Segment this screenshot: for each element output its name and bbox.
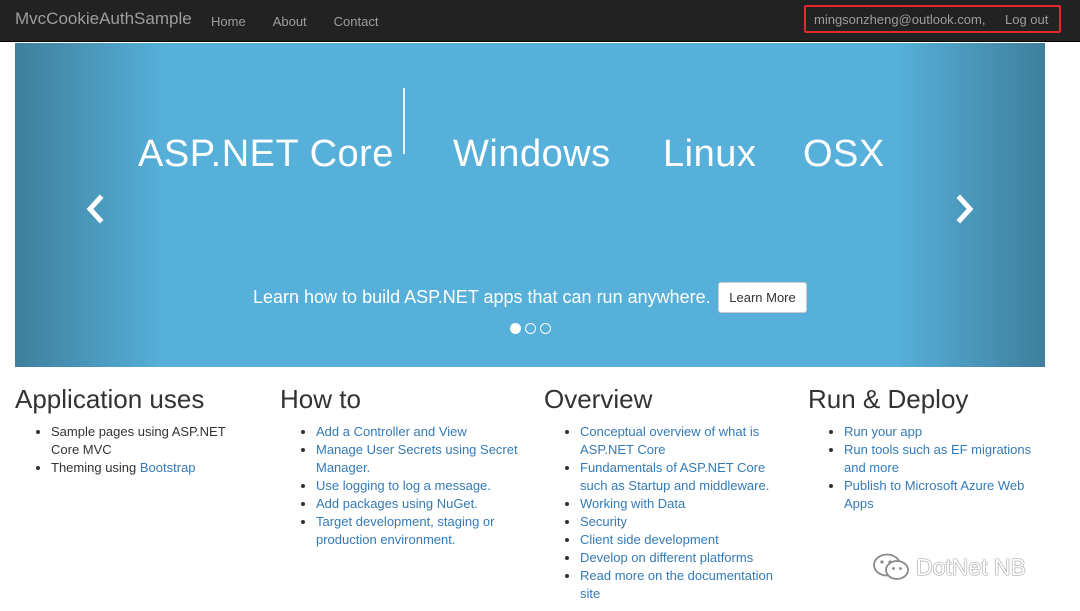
carousel-next-button[interactable]: [953, 193, 977, 225]
overview-link[interactable]: Develop on different platforms: [580, 550, 753, 565]
list-item: Read more on the documentation site: [580, 567, 780, 603]
nav-links: Home About Contact: [211, 0, 405, 42]
nav-about-link[interactable]: About: [273, 14, 307, 29]
list-item: Publish to Microsoft Azure Web Apps: [844, 477, 1044, 513]
chevron-left-icon: [86, 194, 104, 224]
list-item: Target development, staging or productio…: [316, 513, 520, 549]
how-to-link[interactable]: Add a Controller and View: [316, 424, 467, 439]
carousel-indicator-2[interactable]: [525, 323, 536, 334]
carousel-indicator-3[interactable]: [540, 323, 551, 334]
user-email: mingsonzheng@outlook.com,: [814, 12, 986, 27]
section-how-to: How to Add a Controller and View Manage …: [280, 384, 530, 549]
bootstrap-link[interactable]: Bootstrap: [140, 460, 196, 475]
section-list: Sample pages using ASP.NET Core MVC Them…: [15, 423, 255, 477]
section-title: How to: [280, 384, 361, 414]
learn-more-button[interactable]: Learn More: [718, 282, 807, 313]
how-to-link[interactable]: Add packages using NuGet.: [316, 496, 478, 511]
section-list: Conceptual overview of what is ASP.NET C…: [544, 423, 780, 603]
list-item: Develop on different platforms: [580, 549, 780, 567]
overview-link[interactable]: Security: [580, 514, 627, 529]
section-list: Add a Controller and View Manage User Se…: [280, 423, 520, 549]
section-title: Overview: [544, 384, 653, 414]
overview-link[interactable]: Conceptual overview of what is ASP.NET C…: [580, 424, 759, 457]
section-title: Application uses: [15, 384, 205, 414]
carousel-indicator-1[interactable]: [510, 323, 521, 334]
overview-link[interactable]: Fundamentals of ASP.NET Core such as Sta…: [580, 460, 769, 493]
section-application-uses: Application uses Sample pages using ASP.…: [15, 384, 265, 477]
banner-aspnet-core: ASP.NET Core: [138, 133, 394, 175]
carousel-prev-button[interactable]: [83, 193, 107, 225]
section-run-deploy: Run & Deploy Run your app Run tools such…: [808, 384, 1044, 513]
carousel-caption: Learn how to build ASP.NET apps that can…: [253, 287, 711, 307]
list-item: Client side development: [580, 531, 780, 549]
section-list: Run your app Run tools such as EF migrat…: [808, 423, 1044, 513]
list-item: Theming using Bootstrap: [51, 459, 255, 477]
list-item: Manage User Secrets using Secret Manager…: [316, 441, 520, 477]
overview-link[interactable]: Working with Data: [580, 496, 685, 511]
nav-home-link[interactable]: Home: [211, 14, 246, 29]
list-item: Fundamentals of ASP.NET Core such as Sta…: [580, 459, 780, 495]
how-to-link[interactable]: Target development, staging or productio…: [316, 514, 495, 547]
carousel: ASP.NET Core Windows Linux OSX Learn how…: [15, 43, 1045, 367]
deploy-link[interactable]: Run your app: [844, 424, 922, 439]
section-title: Run & Deploy: [808, 384, 969, 414]
watermark-text: DotNet NB: [916, 553, 1026, 580]
list-item: Working with Data: [580, 495, 780, 513]
banner-osx: OSX: [803, 133, 885, 175]
section-overview: Overview Conceptual overview of what is …: [544, 384, 780, 603]
nav-contact-link[interactable]: Contact: [334, 14, 379, 29]
list-item: Conceptual overview of what is ASP.NET C…: [580, 423, 780, 459]
list-item: Add packages using NuGet.: [316, 495, 520, 513]
banner-divider: [403, 88, 405, 154]
how-to-link[interactable]: Use logging to log a message.: [316, 478, 491, 493]
list-item: Use logging to log a message.: [316, 477, 520, 495]
banner-graphic: ASP.NET Core Windows Linux OSX: [15, 88, 1045, 193]
list-item: Add a Controller and View: [316, 423, 520, 441]
deploy-link[interactable]: Run tools such as EF migrations and more: [844, 442, 1031, 475]
deploy-link[interactable]: Publish to Microsoft Azure Web Apps: [844, 478, 1024, 511]
chevron-right-icon: [956, 194, 974, 224]
overview-link[interactable]: Client side development: [580, 532, 719, 547]
brand-link[interactable]: MvcCookieAuthSample: [15, 9, 192, 29]
carousel-indicators: [510, 323, 551, 334]
navbar: MvcCookieAuthSample Home About Contact m…: [0, 0, 1080, 42]
watermark: DotNet NB: [872, 552, 1026, 582]
user-highlight-box: mingsonzheng@outlook.com, Log out: [804, 5, 1061, 33]
how-to-link[interactable]: Manage User Secrets using Secret Manager…: [316, 442, 518, 475]
list-item: Security: [580, 513, 780, 531]
banner-windows: Windows: [453, 133, 611, 175]
list-item: Run tools such as EF migrations and more: [844, 441, 1044, 477]
list-item: Run your app: [844, 423, 1044, 441]
banner-linux: Linux: [663, 133, 757, 175]
list-item: Sample pages using ASP.NET Core MVC: [51, 423, 255, 459]
wechat-icon: [873, 553, 909, 580]
logout-link[interactable]: Log out: [1005, 12, 1048, 27]
overview-link[interactable]: Read more on the documentation site: [580, 568, 773, 601]
